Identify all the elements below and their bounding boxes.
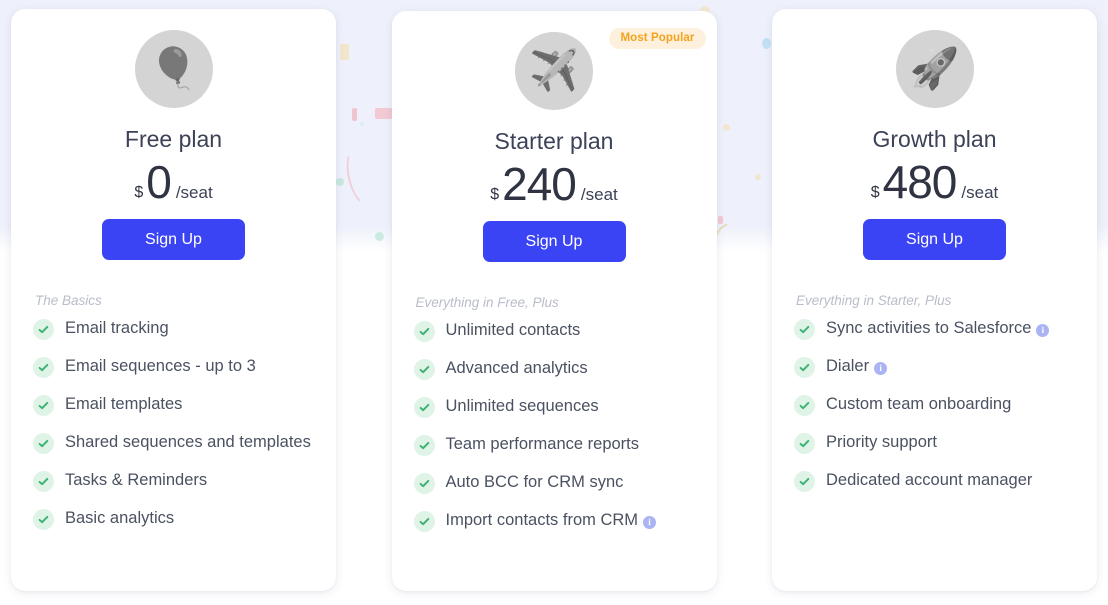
plan-name: Growth plan xyxy=(872,126,997,152)
feature-item: Team performance reports xyxy=(413,426,695,464)
feature-item: Advanced analytics xyxy=(413,350,695,388)
price-amount: 240 xyxy=(502,158,577,210)
check-icon xyxy=(413,434,435,456)
check-icon xyxy=(413,472,435,494)
feature-list: Email tracking Email sequences - up to 3 E… xyxy=(33,310,314,538)
feature-label: Email tracking xyxy=(65,319,169,338)
feature-item: Priority support xyxy=(794,424,1075,462)
check-icon xyxy=(794,470,815,492)
feature-list: Sync activities to Salesforce i Dialer i Cus… xyxy=(794,310,1075,500)
info-icon[interactable]: i xyxy=(643,515,657,529)
feature-label: Advanced analytics xyxy=(445,359,588,378)
feature-item: Auto BCC for CRM sync xyxy=(413,464,695,502)
feature-label: Team performance reports xyxy=(445,435,640,454)
feature-label: Import contacts from CRM xyxy=(445,511,639,530)
features-section-label: Everything in Free, Plus xyxy=(415,295,559,310)
check-icon xyxy=(33,394,54,416)
check-icon xyxy=(33,318,54,340)
feature-item: Dialer i xyxy=(794,348,1075,386)
price-period: /seat xyxy=(580,185,618,204)
feature-label: Custom team onboarding xyxy=(826,395,1012,414)
sign-up-button[interactable]: Sign Up xyxy=(102,219,245,260)
feature-label: Email templates xyxy=(65,395,183,414)
check-icon xyxy=(33,508,54,530)
feature-item: Email sequences - up to 3 xyxy=(33,348,314,386)
feature-label: Sync activities to Salesforce xyxy=(826,319,1032,338)
pricing-card-free: 🎈 Free plan $0/seat Sign Up The Basics Email … xyxy=(11,9,336,591)
currency-symbol: $ xyxy=(134,184,144,201)
check-icon xyxy=(33,470,54,492)
check-icon xyxy=(794,318,815,340)
feature-item: Unlimited contacts xyxy=(413,312,695,350)
feature-item: Custom team onboarding xyxy=(794,386,1075,424)
feature-label: Auto BCC for CRM sync xyxy=(445,473,624,492)
feature-label: Shared sequences and templates xyxy=(65,433,311,452)
feature-label: Email sequences - up to 3 xyxy=(65,357,256,376)
feature-label: Dialer xyxy=(826,357,870,376)
feature-label: Dedicated account manager xyxy=(826,471,1033,490)
check-icon xyxy=(794,432,815,454)
check-icon xyxy=(33,356,54,378)
check-icon xyxy=(33,432,54,454)
most-popular-badge: Most Popular xyxy=(609,28,706,49)
rocket-icon: 🚀 xyxy=(895,30,974,108)
features-section-label: The Basics xyxy=(35,293,102,308)
check-icon xyxy=(413,396,435,418)
feature-item: Dedicated account manager xyxy=(794,462,1075,500)
pricing-card-row: 🎈 Free plan $0/seat Sign Up The Basics Email … xyxy=(0,0,1108,605)
check-icon xyxy=(413,510,435,532)
pricing-card-growth: 🚀 Growth plan $480/seat Sign Up Everything i… xyxy=(772,9,1097,591)
airplane-icon: ✈️ xyxy=(515,32,593,110)
check-icon xyxy=(413,320,435,342)
plan-name: Free plan xyxy=(124,126,223,152)
hot-air-balloon-icon: 🎈 xyxy=(134,30,213,108)
feature-label: Unlimited contacts xyxy=(445,321,581,340)
currency-symbol: $ xyxy=(870,184,880,201)
feature-item: Import contacts from CRM i xyxy=(413,502,695,540)
feature-item: Email templates xyxy=(33,386,314,424)
price-period: /seat xyxy=(961,183,999,202)
currency-symbol: $ xyxy=(490,186,500,203)
feature-label: Unlimited sequences xyxy=(445,397,599,416)
feature-item: Email tracking xyxy=(33,310,314,348)
check-icon xyxy=(794,356,815,378)
sign-up-button[interactable]: Sign Up xyxy=(482,221,626,262)
feature-list: Unlimited contacts Advanced analytics Unli… xyxy=(413,312,695,540)
plan-name: Starter plan xyxy=(494,128,614,154)
feature-item: Tasks & Reminders xyxy=(33,462,314,500)
pricing-card-starter: Most Popular ✈️ Starter plan $240/seat Sign … xyxy=(391,11,717,591)
feature-label: Priority support xyxy=(826,433,937,452)
check-icon xyxy=(413,358,435,380)
check-icon xyxy=(794,394,815,416)
sign-up-button[interactable]: Sign Up xyxy=(863,219,1006,260)
info-icon[interactable]: i xyxy=(1036,323,1050,337)
info-icon[interactable]: i xyxy=(874,361,888,375)
feature-item: Shared sequences and templates xyxy=(33,424,314,462)
plan-price: $0/seat xyxy=(33,159,314,205)
feature-item: Sync activities to Salesforce i xyxy=(794,310,1075,348)
feature-item: Basic analytics xyxy=(33,500,314,538)
features-section-label: Everything in Starter, Plus xyxy=(796,293,952,308)
plan-price: $480/seat xyxy=(794,159,1075,205)
price-amount: 480 xyxy=(882,156,958,208)
plan-price: $240/seat xyxy=(414,161,695,207)
price-amount: 0 xyxy=(146,156,172,208)
feature-item: Unlimited sequences xyxy=(413,388,695,426)
feature-label: Tasks & Reminders xyxy=(65,471,208,490)
price-period: /seat xyxy=(175,183,213,202)
feature-label: Basic analytics xyxy=(65,509,175,528)
